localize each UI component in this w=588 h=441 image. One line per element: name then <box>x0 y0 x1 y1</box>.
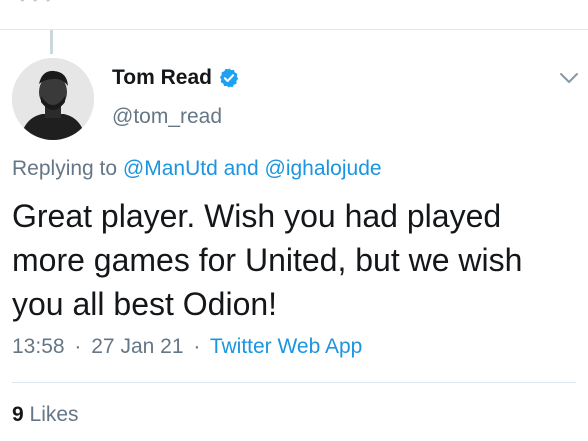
likes-label: Likes <box>29 403 79 426</box>
avatar[interactable] <box>12 58 94 140</box>
replying-prefix: Replying to <box>12 157 118 180</box>
likes-count: 9 <box>12 403 24 426</box>
previous-tweet-partial: • • • <box>20 0 52 7</box>
mention-joiner[interactable]: and <box>224 157 259 180</box>
stats-divider <box>12 382 576 383</box>
tweet-time[interactable]: 13:58 <box>12 335 65 358</box>
replying-to-line: Replying to @ManUtd and @ighalojude <box>12 157 382 181</box>
meta-separator: · <box>74 335 82 358</box>
tweet-text: Great player. Wish you had played more g… <box>12 198 523 322</box>
verified-badge-icon <box>219 68 239 88</box>
author-handle[interactable]: @tom_read <box>112 105 222 129</box>
mention-link[interactable]: @ighalojude <box>265 157 382 180</box>
mention-link[interactable]: @ManUtd <box>123 157 218 180</box>
thread-connector <box>50 30 53 54</box>
top-divider <box>0 29 588 30</box>
chevron-down-icon[interactable] <box>558 70 580 86</box>
meta-separator: · <box>193 335 201 358</box>
tweet-date[interactable]: 27 Jan 21 <box>91 335 183 358</box>
tweet-source-link[interactable]: Twitter Web App <box>210 335 363 358</box>
likes-stat[interactable]: 9 Likes <box>12 403 79 427</box>
author-display-name[interactable]: Tom Read <box>112 66 212 90</box>
tweet-metadata: 13:58 · 27 Jan 21 · Twitter Web App <box>12 335 362 359</box>
author-name-row[interactable]: Tom Read <box>112 66 240 90</box>
